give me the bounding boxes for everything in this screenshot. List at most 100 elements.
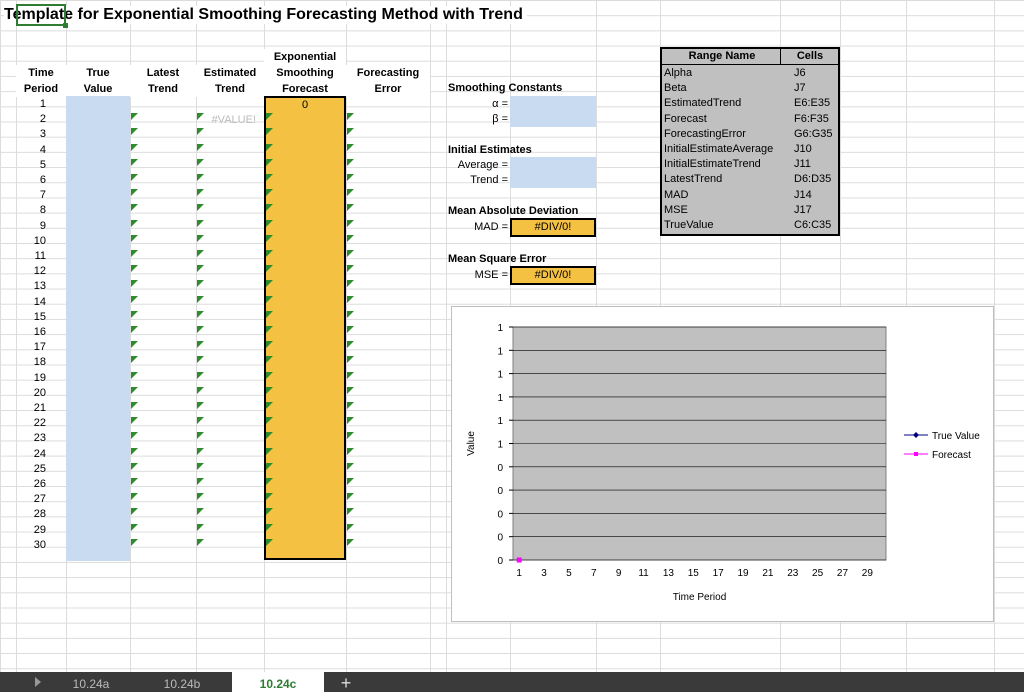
x-tick-label: 21 [762, 568, 774, 579]
formula-indicator-icon [266, 386, 273, 394]
range-cells: D6:D35 [794, 173, 832, 186]
formula-indicator-icon [131, 508, 138, 516]
formula-indicator-icon [197, 189, 204, 197]
y-tick-label: 1 [497, 346, 503, 357]
formula-indicator-icon [197, 386, 204, 394]
x-tick-label: 7 [591, 568, 597, 579]
formula-indicator-icon [347, 158, 354, 166]
formula-indicator-icon [347, 432, 354, 440]
period-number: 19 [33, 371, 46, 384]
formula-indicator-icon [131, 523, 138, 531]
period-number: 4 [39, 143, 46, 156]
alpha-input[interactable] [510, 96, 596, 127]
formula-indicator-icon [347, 189, 354, 197]
y-tick-label: 1 [497, 370, 503, 381]
tab-10-24a[interactable]: 10.24a [50, 672, 132, 692]
formula-indicator-icon [266, 250, 273, 257]
true-value-input-column[interactable] [66, 96, 130, 561]
fill-handle[interactable] [63, 23, 68, 28]
period-number: 16 [33, 326, 46, 338]
mad-heading: Mean Absolute Deviation [448, 205, 579, 217]
formula-indicator-icon [347, 128, 354, 136]
trend-label: Trend = [470, 174, 508, 186]
header-latest-trend: Latest Trend [130, 65, 196, 97]
chart-area[interactable]: 1 1 1 1 1 1 0 0 0 0 0 1 3 5 7 9 11 13 15 17 19 21 23 25 27 29 Time… [451, 306, 994, 622]
x-tick-label: 3 [541, 568, 547, 579]
formula-indicator-icon [197, 478, 204, 485]
formula-indicator-icon [347, 219, 354, 227]
range-name-table: Range Name Cells Alpha J6 Beta J7 EstimatedT… [660, 47, 840, 236]
tab-10-24c[interactable]: 10.24c [232, 672, 324, 692]
period-number: 28 [33, 508, 46, 521]
smoothing-heading: Smoothing Constants [448, 82, 563, 94]
range-name: Beta [664, 82, 687, 95]
formula-indicator-icon [131, 462, 138, 470]
formula-indicator-icon [131, 310, 138, 318]
range-name: InitialEstimateTrend [664, 158, 761, 171]
formula-indicator-icon [197, 143, 204, 151]
add-sheet-button[interactable]: + [328, 672, 364, 693]
y-tick-label: 0 [497, 463, 503, 474]
x-tick-label: 17 [713, 568, 725, 579]
scroll-arrow-icon[interactable] [35, 677, 41, 687]
formula-indicator-icon [266, 447, 273, 455]
formula-indicator-icon [131, 326, 138, 333]
legend-marker [913, 432, 919, 438]
formula-indicator-icon [197, 128, 204, 136]
formula-indicator-icon [197, 402, 204, 409]
y-tick-label: 0 [497, 486, 503, 497]
legend-entry: True Value [932, 431, 980, 442]
formula-indicator-icon [266, 189, 273, 197]
mse-heading: Mean Square Error [448, 253, 547, 265]
formula-indicator-icon [197, 158, 204, 166]
formula-indicator-icon [347, 478, 354, 485]
formula-indicator-icon [347, 402, 354, 409]
formula-indicator-icon [197, 250, 204, 257]
formula-indicator-icon [197, 523, 204, 531]
formula-indicator-icon [131, 250, 138, 257]
formula-indicator-icon [131, 295, 138, 303]
selected-cell[interactable] [16, 4, 66, 26]
initial-estimates-input[interactable] [510, 157, 596, 188]
y-tick-label: 0 [497, 556, 503, 567]
header-exp-forecast: Exponential Smoothing Forecast [264, 49, 346, 97]
range-cells: J10 [794, 143, 812, 155]
formula-indicator-icon [131, 356, 138, 364]
formula-indicator-icon [266, 402, 273, 409]
x-tick-label: 23 [787, 568, 799, 579]
formula-indicator-icon [131, 538, 138, 546]
formula-indicator-icon [197, 462, 204, 470]
formula-indicator-icon [197, 538, 204, 546]
formula-indicator-icon [347, 310, 354, 318]
period-number: 2 [39, 113, 46, 126]
formula-indicator-icon [266, 143, 273, 151]
formula-indicator-icon [347, 174, 354, 181]
formula-indicator-icon [266, 326, 273, 333]
period-number: 14 [33, 295, 46, 308]
period-number: 29 [33, 523, 46, 536]
formula-indicator-icon [266, 174, 273, 181]
formula-indicator-icon [347, 493, 354, 501]
formula-indicator-icon [347, 250, 354, 257]
formula-indicator-icon [197, 310, 204, 318]
x-tick-label: 25 [812, 568, 824, 579]
formula-indicator-icon [197, 234, 204, 242]
formula-indicator-icon [347, 326, 354, 333]
formula-indicator-icon [266, 310, 273, 318]
average-label: Average = [457, 159, 508, 171]
formula-indicator-icon [266, 462, 273, 470]
forecast-chart: 111111000001 3 5 7 9 11 13 15 17 19 21 23 25 27 29Time… [466, 323, 980, 603]
formula-indicator-icon [266, 234, 273, 242]
formula-indicator-icon [266, 356, 273, 364]
formula-indicator-icon [197, 326, 204, 333]
formula-indicator-icon [131, 493, 138, 501]
formula-indicator-icon [347, 447, 354, 455]
tab-10-24b[interactable]: 10.24b [140, 672, 224, 692]
mad-value: #DIV/0! [510, 218, 596, 237]
formula-indicator-icon [347, 523, 354, 531]
period-number: 23 [33, 432, 46, 445]
formula-indicator-icon [131, 158, 138, 166]
formula-indicator-icon [266, 538, 273, 546]
range-cells: J14 [794, 188, 812, 201]
formula-indicator-icon [197, 356, 204, 364]
